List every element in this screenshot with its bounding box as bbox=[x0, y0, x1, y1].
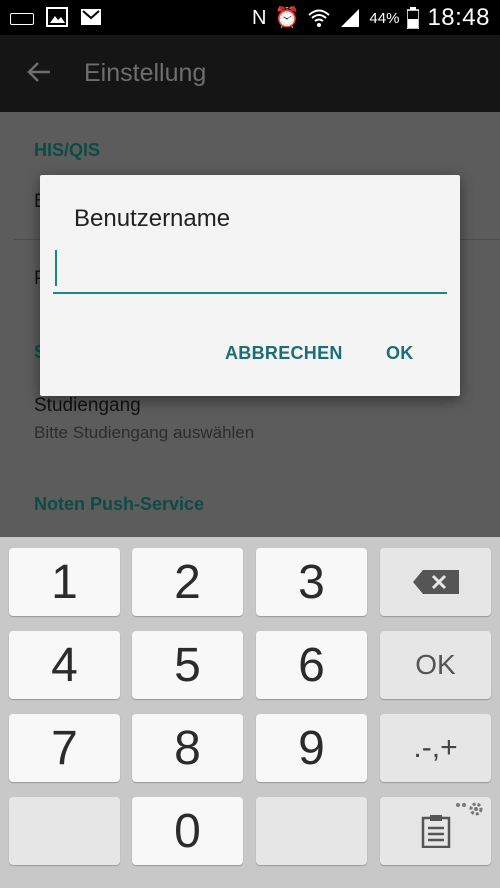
settings-gear-icon bbox=[456, 802, 483, 816]
nfc-icon: N bbox=[252, 7, 267, 29]
clipboard-icon bbox=[421, 815, 450, 848]
keyboard-icon bbox=[10, 12, 34, 25]
key-8[interactable]: 8 bbox=[132, 714, 243, 782]
settings-item-course-title[interactable]: Studiengang bbox=[34, 395, 141, 417]
key-9[interactable]: 9 bbox=[256, 714, 367, 782]
section-header-his-qis: HIS/QIS bbox=[34, 140, 101, 160]
dialog-title: Benutzername bbox=[74, 205, 231, 232]
username-input[interactable] bbox=[53, 250, 447, 294]
key-1[interactable]: 1 bbox=[9, 548, 120, 616]
cancel-button[interactable]: ABBRECHEN bbox=[225, 343, 343, 364]
alarm-icon: ⏰ bbox=[274, 7, 300, 29]
key-3[interactable]: 3 bbox=[256, 548, 367, 616]
page-title: Einstellung bbox=[84, 59, 207, 87]
blank-key-right[interactable] bbox=[256, 797, 367, 865]
section-header-push: Noten Push-Service bbox=[34, 494, 205, 514]
battery-icon bbox=[407, 7, 420, 29]
clipboard-key[interactable] bbox=[380, 797, 491, 865]
status-bar: N ⏰ 44% 18:48 bbox=[0, 0, 500, 35]
key-6[interactable]: 6 bbox=[256, 631, 367, 699]
key-5[interactable]: 5 bbox=[132, 631, 243, 699]
username-dialog: Benutzername ABBRECHEN OK bbox=[40, 175, 460, 396]
numeric-keyboard: 1 2 3 4 5 6 OK 7 8 9 .-,+ 0 bbox=[0, 537, 500, 888]
input-underline bbox=[53, 292, 447, 294]
battery-percent: 44% bbox=[369, 9, 400, 27]
signal-icon bbox=[341, 9, 360, 27]
backspace-key[interactable] bbox=[380, 548, 491, 616]
backspace-icon bbox=[412, 570, 459, 594]
symbols-key[interactable]: .-,+ bbox=[380, 714, 491, 782]
settings-item-course-subtitle: Bitte Studiengang auswählen bbox=[34, 423, 255, 442]
text-caret bbox=[55, 250, 57, 286]
key-0[interactable]: 0 bbox=[132, 797, 243, 865]
gmail-icon bbox=[81, 9, 101, 25]
key-4[interactable]: 4 bbox=[9, 631, 120, 699]
ok-key[interactable]: OK bbox=[380, 631, 491, 699]
app-bar: Einstellung bbox=[0, 35, 500, 112]
blank-key-left[interactable] bbox=[9, 797, 120, 865]
back-arrow-icon[interactable] bbox=[26, 59, 52, 85]
key-2[interactable]: 2 bbox=[132, 548, 243, 616]
clock: 18:48 bbox=[427, 4, 490, 31]
wifi-icon bbox=[308, 9, 331, 27]
image-icon bbox=[46, 7, 68, 27]
ok-button[interactable]: OK bbox=[386, 343, 414, 364]
key-7[interactable]: 7 bbox=[9, 714, 120, 782]
